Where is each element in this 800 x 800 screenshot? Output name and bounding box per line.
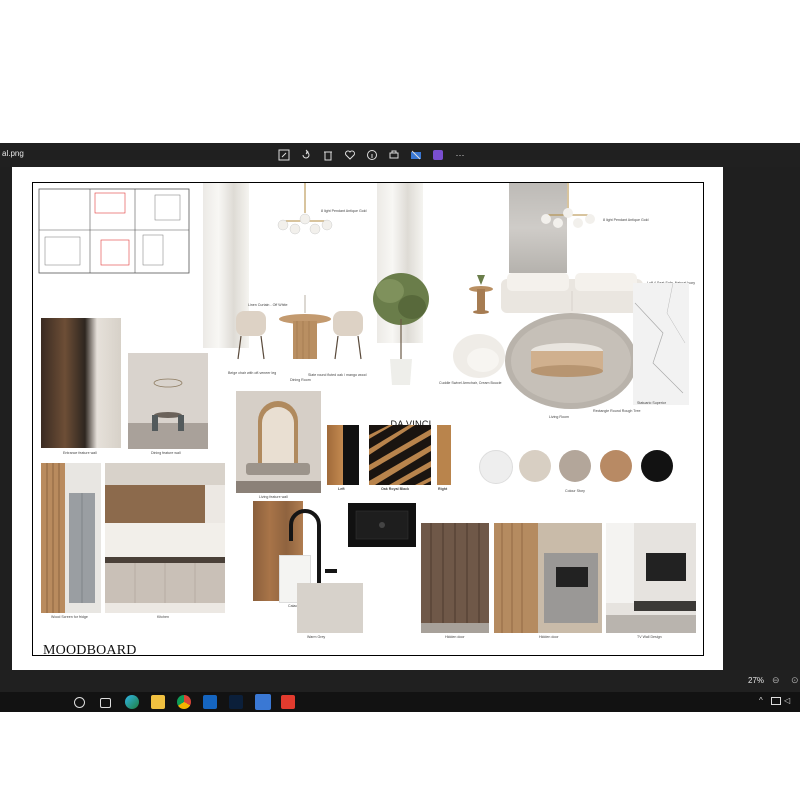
swatch-1 bbox=[479, 450, 513, 484]
info-icon[interactable] bbox=[364, 147, 380, 163]
moodboard-frame: 8 light Pendant Antique Gold Linen Curta… bbox=[32, 182, 704, 658]
statuario-marble-image bbox=[633, 283, 689, 405]
label-coffee-table: Rectangle Round Rough Tree bbox=[593, 409, 641, 413]
panel-left-sample bbox=[327, 425, 359, 485]
task-view-icon[interactable] bbox=[100, 698, 111, 708]
label-beige-chair: Beige chair with off-veneer leg bbox=[228, 371, 277, 375]
label-statuario: Statuario Superior bbox=[637, 401, 666, 405]
living-wall-image bbox=[236, 391, 321, 493]
explorer-icon[interactable] bbox=[151, 695, 165, 709]
viewer-toolbar: ··· bbox=[276, 147, 468, 163]
label-slate-table: Slate round fluted oak / mango wood bbox=[308, 373, 367, 377]
label-hidden-door-2: Hidden door bbox=[539, 635, 559, 639]
floor-plan bbox=[36, 186, 210, 280]
file-name: al.png bbox=[2, 149, 24, 158]
label-warm-grey: Warm Grey bbox=[307, 635, 326, 639]
hidden-door-1-image bbox=[421, 523, 489, 633]
share-icon[interactable] bbox=[408, 147, 424, 163]
label-linen-curtain: Linen Curtain - Off White bbox=[248, 303, 288, 307]
moodboard-title: MOODBOARD bbox=[43, 643, 137, 658]
label-dining-wall: Dining feature wall bbox=[151, 451, 181, 455]
entrance-wall-image bbox=[41, 318, 121, 448]
chrome-icon[interactable] bbox=[177, 695, 191, 709]
label-wood-screen: Wood Screen for fridge bbox=[51, 615, 88, 619]
label-pendant-right: 8 light Pendant Antique Gold bbox=[603, 218, 649, 222]
label-hidden-door-1: Hidden door bbox=[445, 635, 465, 639]
wood-screen-fridge-image bbox=[41, 463, 101, 613]
label-cuddle-chair: Cuddle Swivel Armchair, Cream Boucle bbox=[439, 381, 502, 385]
photoshop-icon[interactable] bbox=[229, 695, 243, 709]
label-kitchen: Kitchen bbox=[157, 615, 169, 619]
status-bar: 27% ⊖ ⊙ bbox=[0, 670, 800, 692]
taskbar: ^ ◁ bbox=[0, 692, 800, 712]
network-icon[interactable] bbox=[771, 697, 781, 705]
label-right: Right bbox=[438, 487, 448, 491]
tray-chevron-icon[interactable]: ^ bbox=[759, 696, 763, 705]
photo-viewer-window: al.png ··· 8 light Pendant Antique Gold … bbox=[0, 143, 800, 692]
cuddle-armchair-image bbox=[453, 334, 505, 378]
more-icon[interactable]: ··· bbox=[452, 147, 468, 163]
label-tv-wall: TV Wall Design bbox=[637, 635, 662, 639]
label-colour-story: Colour Story bbox=[565, 489, 585, 493]
delete-icon[interactable] bbox=[320, 147, 336, 163]
fit-icon[interactable]: ⊙ bbox=[791, 675, 799, 686]
swatch-5 bbox=[641, 450, 673, 482]
photos-icon[interactable] bbox=[255, 694, 271, 710]
label-living-wall: Living feature wall bbox=[259, 495, 288, 499]
print-icon[interactable] bbox=[386, 147, 402, 163]
label-living-room: Living Room bbox=[549, 415, 569, 419]
label-dining-room: Dining Room bbox=[290, 378, 311, 382]
kitchen-image bbox=[105, 463, 225, 613]
pendant-light-right bbox=[541, 183, 595, 228]
black-sink-image bbox=[348, 503, 416, 547]
panel-center-sample bbox=[369, 425, 431, 485]
edit-icon[interactable] bbox=[276, 147, 292, 163]
rotate-icon[interactable] bbox=[298, 147, 314, 163]
app-icon[interactable] bbox=[430, 147, 446, 163]
heart-icon[interactable] bbox=[342, 147, 358, 163]
dining-wall-image bbox=[128, 353, 208, 449]
edge-icon[interactable] bbox=[125, 695, 139, 709]
zoom-level[interactable]: 27% bbox=[748, 676, 764, 685]
coffee-table-rug-image bbox=[505, 313, 637, 409]
volume-icon[interactable]: ◁ bbox=[784, 696, 790, 705]
swatch-2 bbox=[519, 450, 551, 482]
panel-right-sample bbox=[437, 425, 451, 485]
olive-tree-image bbox=[373, 273, 429, 385]
title-bar: al.png ··· bbox=[0, 143, 800, 167]
outlook-icon[interactable] bbox=[203, 695, 217, 709]
label-entrance-wall: Entrance feature wall bbox=[63, 451, 97, 455]
side-table-image bbox=[469, 275, 493, 314]
tv-wall-image bbox=[606, 523, 696, 633]
swatch-4 bbox=[600, 450, 632, 482]
acrobat-icon[interactable] bbox=[281, 695, 295, 709]
start-circle-icon[interactable] bbox=[74, 697, 85, 708]
warm-grey-sample-image bbox=[297, 583, 363, 633]
image-canvas: 8 light Pendant Antique Gold Linen Curta… bbox=[12, 167, 723, 670]
hidden-door-2-image bbox=[494, 523, 602, 633]
zoom-out-icon[interactable]: ⊖ bbox=[772, 675, 780, 686]
label-pendant-left: 8 light Pendant Antique Gold bbox=[321, 209, 367, 213]
label-center: Oak Royal Black bbox=[381, 487, 410, 491]
swatch-3 bbox=[559, 450, 591, 482]
label-left: Left bbox=[338, 487, 345, 491]
